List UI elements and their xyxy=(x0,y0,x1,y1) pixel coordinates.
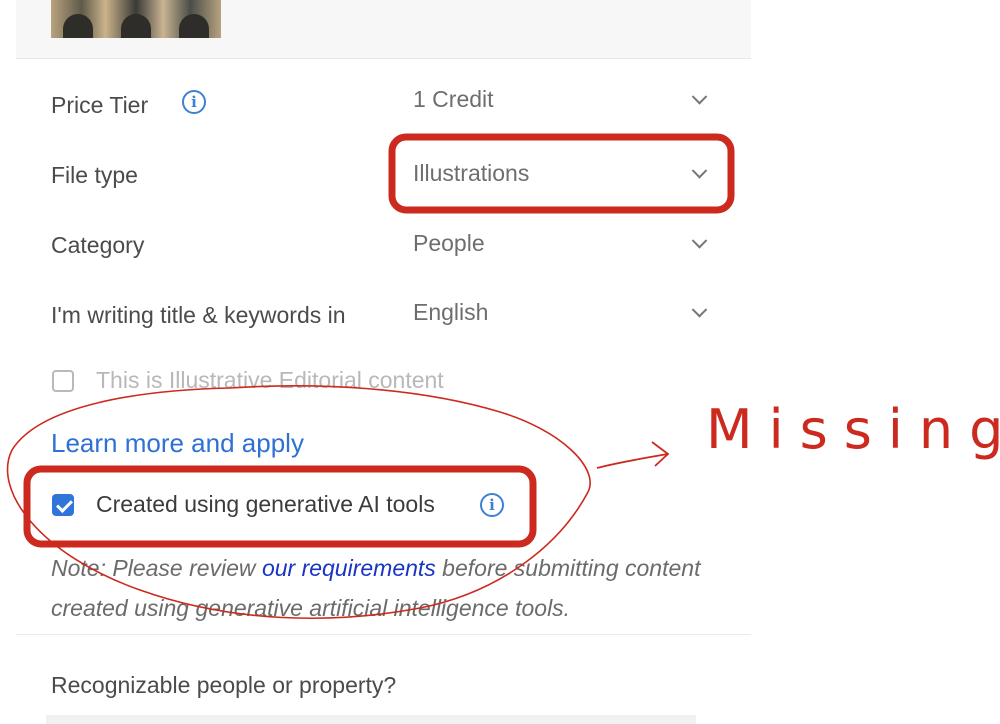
asset-thumbnail xyxy=(51,0,221,38)
file-type-value: Illustrations xyxy=(413,159,530,186)
editorial-checkbox[interactable] xyxy=(52,370,74,392)
generative-ai-label: Created using generative AI tools xyxy=(96,491,435,517)
recognizable-label: Recognizable people or property? xyxy=(51,672,397,698)
category-value: People xyxy=(413,229,485,256)
recognizable-select[interactable] xyxy=(46,715,696,724)
price-tier-select[interactable]: 1 Credit xyxy=(395,77,725,121)
category-label: Category xyxy=(51,232,145,258)
category-select[interactable]: People xyxy=(395,221,725,265)
arrow-head xyxy=(651,441,670,467)
language-value: English xyxy=(413,298,489,325)
file-type-label: File type xyxy=(51,162,138,188)
requirements-link[interactable]: our requirements xyxy=(262,555,436,581)
info-icon[interactable]: i xyxy=(480,493,504,517)
language-select[interactable]: English xyxy=(395,290,725,334)
preview-panel xyxy=(16,0,751,59)
section-divider xyxy=(16,634,751,635)
generative-ai-note: Note: Please review our requirements bef… xyxy=(51,548,731,628)
chevron-down-icon xyxy=(691,233,708,249)
language-label: I'm writing title & keywords in xyxy=(51,302,346,328)
price-tier-label: Price Tier xyxy=(51,92,149,118)
info-icon[interactable]: i xyxy=(182,90,206,114)
generative-ai-checkbox[interactable] xyxy=(52,494,74,516)
price-tier-value: 1 Credit xyxy=(413,85,494,112)
file-type-select[interactable]: Illustrations xyxy=(395,151,725,195)
editorial-label: This is Illustrative Editorial content xyxy=(96,367,444,393)
note-prefix: Note: Please review xyxy=(51,555,262,581)
learn-more-link[interactable]: Learn more and apply xyxy=(51,428,304,459)
arrow-shaft xyxy=(596,453,669,469)
chevron-down-icon xyxy=(691,89,708,105)
chevron-down-icon xyxy=(691,163,708,179)
chevron-down-icon xyxy=(691,302,708,318)
annotation-missing-text: Missing xyxy=(706,398,1000,461)
